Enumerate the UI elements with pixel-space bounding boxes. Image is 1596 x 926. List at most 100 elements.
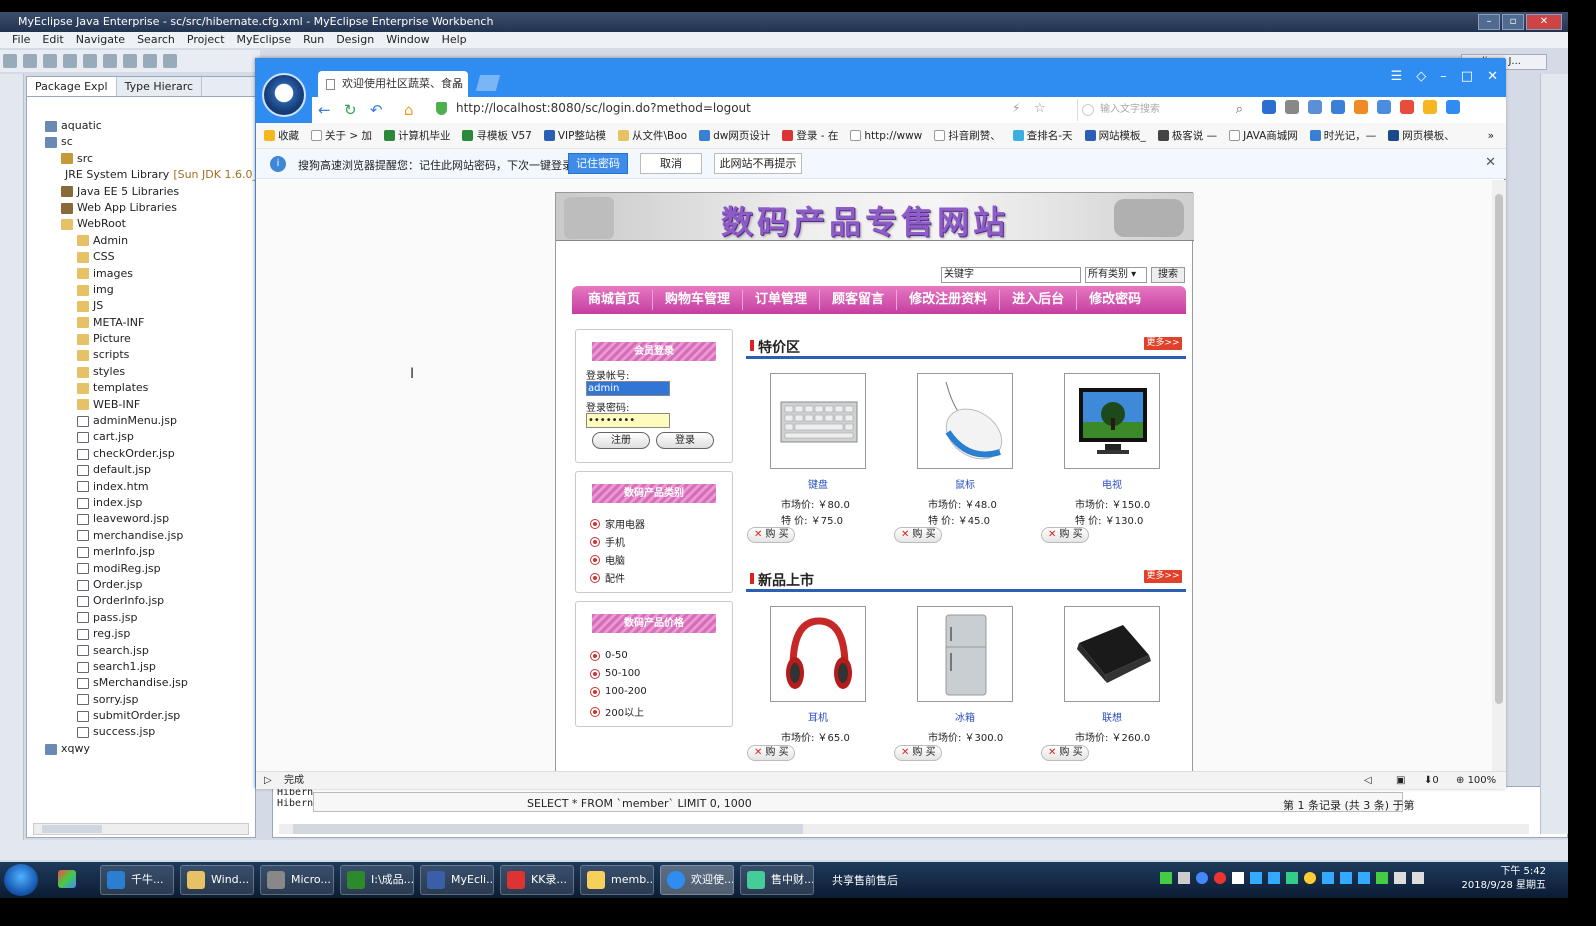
- print-icon[interactable]: [63, 54, 77, 68]
- taskbar-item[interactable]: I:\成品...: [340, 865, 414, 895]
- taskbar-item[interactable]: MyEcli...: [420, 865, 494, 895]
- mouse-image[interactable]: [917, 373, 1013, 469]
- favorite-item[interactable]: 网页模板、: [1388, 123, 1455, 148]
- tree-node[interactable]: sMerchandise.jsp: [27, 675, 255, 691]
- tray-icon[interactable]: [1232, 872, 1244, 884]
- taskbar-item[interactable]: 售中财...: [740, 865, 814, 895]
- tree-node[interactable]: index.htm: [27, 479, 255, 495]
- nav-admin[interactable]: 进入后台: [1000, 290, 1078, 310]
- laptop-image[interactable]: [1064, 606, 1160, 702]
- favorite-item[interactable]: 从文件\Boo: [618, 123, 687, 148]
- tree-node[interactable]: images: [27, 266, 255, 282]
- register-button[interactable]: 注册: [592, 432, 650, 449]
- password-input[interactable]: ••••••••: [586, 413, 670, 428]
- maximize-button[interactable]: ▫: [1502, 14, 1524, 30]
- tray-icon[interactable]: [1178, 872, 1190, 884]
- bookmark-icon[interactable]: [1262, 100, 1276, 114]
- menu-run[interactable]: Run: [297, 32, 330, 48]
- extension-icon[interactable]: [1354, 100, 1368, 114]
- tree-node[interactable]: aquatic: [27, 118, 255, 134]
- login-button[interactable]: 登录: [656, 432, 714, 449]
- tree-node[interactable]: merInfo.jsp: [27, 544, 255, 560]
- tray-icon[interactable]: [1286, 872, 1298, 884]
- tree-node[interactable]: Picture: [27, 331, 255, 347]
- tree-node[interactable]: JRE System Library [Sun JDK 1.6.0_13]: [27, 167, 276, 183]
- buy-button[interactable]: ✕ 购 买: [747, 527, 795, 543]
- buy-button[interactable]: ✕ 购 买: [894, 745, 942, 761]
- menu-navigate[interactable]: Navigate: [70, 32, 131, 48]
- tree-node[interactable]: checkOrder.jsp: [27, 446, 255, 462]
- tab-type-hierarchy[interactable]: Type Hierarc: [117, 77, 203, 96]
- tree-node[interactable]: scripts: [27, 347, 255, 363]
- refresh-icon[interactable]: ↻: [344, 101, 357, 119]
- url-input[interactable]: http://localhost:8080/sc/login.do?method…: [456, 101, 751, 115]
- puzzle-icon[interactable]: [1377, 100, 1391, 114]
- zoom-level[interactable]: ⊕ 100%: [1456, 772, 1496, 790]
- nav-messages[interactable]: 顾客留言: [820, 290, 898, 310]
- minimize-button[interactable]: –: [1478, 14, 1500, 30]
- tray-icon[interactable]: [1214, 872, 1226, 884]
- tray-icon[interactable]: [1340, 872, 1352, 884]
- taskbar-extra[interactable]: 共享售前售后: [832, 872, 898, 888]
- download-manager-icon[interactable]: [1331, 100, 1345, 114]
- favorite-item[interactable]: 登录 - 在: [782, 123, 838, 148]
- home-icon[interactable]: ⌂: [404, 101, 414, 119]
- nav-edit-profile[interactable]: 修改注册资料: [897, 290, 1001, 310]
- horizontal-scrollbar[interactable]: [33, 823, 249, 835]
- save-icon[interactable]: [23, 54, 37, 68]
- tv-image[interactable]: [1064, 373, 1160, 469]
- star-icon[interactable]: ☆: [1034, 101, 1046, 116]
- close-button[interactable]: ✕: [1526, 14, 1562, 30]
- remember-password-button[interactable]: 记住密码: [568, 153, 628, 174]
- notification-icon[interactable]: [1400, 100, 1414, 114]
- tray-icon[interactable]: [1268, 872, 1280, 884]
- network-icon[interactable]: [1394, 872, 1406, 884]
- menu-file[interactable]: File: [6, 32, 36, 48]
- maximize-icon[interactable]: □: [1461, 69, 1473, 84]
- tree-node[interactable]: src: [27, 151, 255, 167]
- sidebar-toggle-icon[interactable]: ▷: [264, 772, 272, 790]
- menu-edit[interactable]: Edit: [36, 32, 69, 48]
- tray-icon[interactable]: [1358, 872, 1370, 884]
- category-select[interactable]: 所有类别 ▾: [1085, 267, 1147, 283]
- tray-icon[interactable]: [1160, 872, 1172, 884]
- product-name[interactable]: 键盘: [747, 476, 889, 491]
- keyboard-image[interactable]: [770, 373, 866, 469]
- volume-icon[interactable]: [1412, 872, 1424, 884]
- menu-search[interactable]: Search: [131, 32, 181, 48]
- account-input[interactable]: admin: [586, 381, 670, 396]
- tree-node[interactable]: OrderInfo.jsp: [27, 593, 255, 609]
- tree-node[interactable]: Web App Libraries: [27, 200, 255, 216]
- tray-icon[interactable]: [1304, 872, 1316, 884]
- tree-node[interactable]: search.jsp: [27, 643, 255, 659]
- favorite-item[interactable]: 极客说 —: [1157, 123, 1217, 148]
- save-all-icon[interactable]: [43, 54, 57, 68]
- new-tab-button[interactable]: [475, 75, 501, 91]
- tree-node[interactable]: img: [27, 282, 255, 298]
- menu-help[interactable]: Help: [436, 32, 473, 48]
- tree-node[interactable]: Java EE 5 Libraries: [27, 184, 255, 200]
- search-icon[interactable]: ⌕: [1236, 99, 1243, 121]
- buy-button[interactable]: ✕ 购 买: [747, 745, 795, 761]
- search-button[interactable]: 搜索: [1151, 267, 1185, 283]
- close-infobar-icon[interactable]: ✕: [1485, 155, 1496, 170]
- category-item[interactable]: 配件: [590, 570, 625, 585]
- skin-icon[interactable]: ◇: [1416, 69, 1426, 84]
- menu-icon[interactable]: ☰: [1391, 69, 1403, 84]
- close-icon[interactable]: ✕: [1487, 69, 1498, 84]
- taskbar-app-icon[interactable]: [52, 865, 92, 895]
- favorite-item[interactable]: 计算机毕业: [383, 123, 450, 148]
- favorite-item[interactable]: VIP整站模: [543, 123, 606, 148]
- speaker-icon[interactable]: ◁: [1364, 772, 1372, 790]
- emoji-icon[interactable]: [1423, 100, 1437, 114]
- download-count[interactable]: ⬇0: [1424, 772, 1439, 790]
- clock[interactable]: 下午 5:42 2018/9/28 星期五: [1462, 865, 1546, 893]
- nav-orders[interactable]: 订单管理: [743, 290, 821, 310]
- minimize-icon[interactable]: –: [1440, 69, 1447, 84]
- tree-node[interactable]: leaveword.jsp: [27, 511, 255, 527]
- tree-node[interactable]: modiReg.jsp: [27, 561, 255, 577]
- tree-node[interactable]: META-INF: [27, 315, 255, 331]
- back-icon[interactable]: ←: [318, 101, 331, 119]
- cancel-button[interactable]: 取消: [640, 153, 702, 174]
- keyword-input[interactable]: 关键字: [941, 267, 1081, 283]
